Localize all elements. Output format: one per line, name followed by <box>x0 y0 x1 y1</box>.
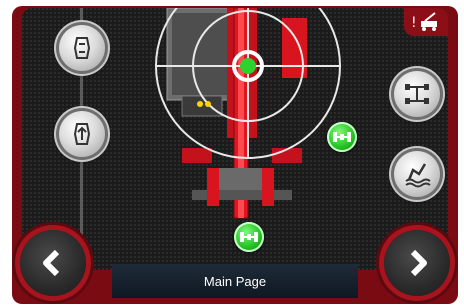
axle-lock-icon <box>240 232 258 242</box>
machine-view: ! <box>22 8 448 270</box>
page-title: Main Page <box>203 273 267 289</box>
track-rotate-button[interactable] <box>59 25 105 71</box>
page-title-bar: Main Page <box>112 264 358 298</box>
previous-page-button[interactable] <box>20 230 86 296</box>
warning-machine-icon[interactable]: ! <box>404 8 448 36</box>
ground-level-button[interactable] <box>394 151 440 197</box>
chevron-left-icon <box>43 249 60 277</box>
ground-level-icon <box>405 163 431 188</box>
axle-lock-icon <box>333 132 351 142</box>
machine-display-frame: ! Main Page <box>12 6 458 304</box>
track-rotate-icon <box>73 37 91 59</box>
axle-lock-indicator-lower <box>234 222 264 252</box>
track-rotate-alt-button[interactable] <box>59 111 105 157</box>
chevron-right-icon <box>410 249 427 277</box>
axle-differential-icon <box>405 84 429 104</box>
svg-text:!: ! <box>411 15 417 31</box>
next-page-button[interactable] <box>384 230 450 296</box>
axle-differential-button[interactable] <box>394 71 440 117</box>
track-rotate-alt-icon <box>73 123 91 145</box>
axle-lock-indicator-upper <box>327 122 357 152</box>
